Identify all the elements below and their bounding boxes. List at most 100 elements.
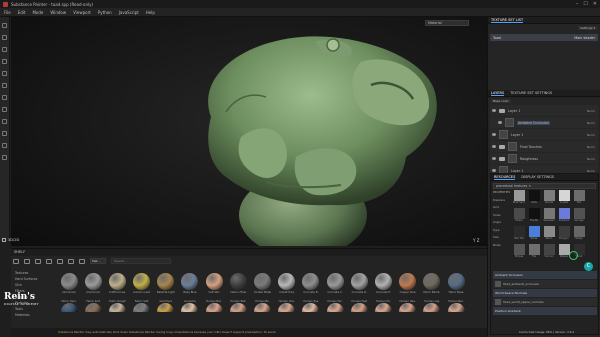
procedural-swatch[interactable]: Fractal: [528, 208, 540, 223]
viewport-material-dropdown[interactable]: Material: [425, 20, 469, 26]
paint-brush-icon[interactable]: [2, 23, 7, 28]
shelf-material[interactable]: Fabric Bamb.: [420, 273, 444, 299]
procedural-swatch[interactable]: Hex Tile: [513, 226, 525, 241]
shelf-material[interactable]: Human Che.: [275, 299, 299, 325]
shelf-material[interactable]: Concrete D.: [347, 273, 371, 299]
shelf-category[interactable]: Textures: [15, 271, 37, 275]
projection-icon[interactable]: [2, 47, 7, 52]
delete-icon[interactable]: [79, 258, 85, 264]
eye-icon[interactable]: [498, 121, 502, 124]
procedural-swatch[interactable]: Tile: [528, 244, 540, 259]
procedural-swatch[interactable]: Clouds: [543, 190, 555, 205]
eye-icon[interactable]: [492, 145, 496, 148]
maximize-button[interactable]: ☐: [583, 1, 587, 7]
display-icon[interactable]: [2, 143, 7, 148]
eye-icon[interactable]: [492, 157, 496, 160]
shelf-material[interactable]: Human Hea.: [396, 299, 420, 325]
shelf-material[interactable]: Human Eye: [299, 299, 323, 325]
procedural-swatch[interactable]: Polygon: [558, 226, 570, 241]
settings-icon[interactable]: [2, 119, 7, 124]
shelf-material[interactable]: Cobalt Pure: [275, 273, 299, 299]
resources-search-input[interactable]: procedural textures ✕: [493, 183, 596, 189]
shelf-material[interactable]: Human Nec.: [444, 299, 468, 325]
tab-resources[interactable]: RESOURCES: [494, 175, 516, 180]
menu-window[interactable]: Window: [50, 10, 66, 15]
shelf-category[interactable]: Hard Surfaces: [15, 277, 37, 281]
camera-icon[interactable]: [2, 107, 7, 112]
procedural-swatch[interactable]: Voronoi: [543, 244, 555, 259]
shelf-material[interactable]: Human Bu.: [251, 299, 275, 325]
close-button[interactable]: ✕: [593, 1, 597, 7]
eraser-icon[interactable]: [2, 35, 7, 40]
add-icon[interactable]: [24, 258, 30, 264]
blend-mode[interactable]: Norm: [587, 133, 595, 137]
3d-viewport[interactable]: Material Y Z: [11, 17, 487, 246]
shelf-material[interactable]: Baby Blue: [178, 273, 202, 299]
shelf-material[interactable]: Human Bell.: [226, 299, 250, 325]
shelf-material[interactable]: Aluminium: [81, 273, 105, 299]
procedural-swatch[interactable]: Crystal: [558, 190, 570, 205]
filter-icon[interactable]: [68, 258, 74, 264]
layer-row[interactable]: Final Touches Norm: [490, 141, 598, 152]
procedural-swatch[interactable]: Fibers: [513, 208, 525, 223]
procedural-swatch[interactable]: Shape: [573, 226, 585, 241]
shelf-material[interactable]: Fabric Knit: [81, 299, 105, 325]
menu-viewport[interactable]: Viewport: [73, 10, 91, 15]
clone-icon[interactable]: [2, 83, 7, 88]
blend-mode[interactable]: Norm: [587, 121, 595, 125]
screenshot-icon[interactable]: [2, 131, 7, 136]
blend-mode[interactable]: Norm: [587, 157, 595, 161]
procedural-swatch[interactable]: Grunge: [573, 208, 585, 223]
menu-edit[interactable]: Edit: [18, 10, 26, 15]
shelf-material[interactable]: Human Fac.: [323, 299, 347, 325]
history-icon[interactable]: [2, 155, 7, 160]
layer-row[interactable]: Layer 1 Norm: [490, 129, 598, 140]
shelf-material[interactable]: Artificial Lea.: [105, 273, 129, 299]
shelf-search-input[interactable]: Search...: [111, 258, 171, 264]
property-row[interactable]: World Space Normals: [493, 289, 597, 297]
shelf-material[interactable]: Bakelite Light: [154, 273, 178, 299]
shelf-material[interactable]: Concrete E.: [371, 273, 395, 299]
blend-mode[interactable]: Norm: [587, 109, 595, 113]
shelf-material[interactable]: Carbon Fiber: [226, 273, 250, 299]
shelf-material[interactable]: Gold Pure: [154, 299, 178, 325]
shelf-filter-chip[interactable]: Mat…: [90, 258, 106, 264]
list-icon[interactable]: [46, 258, 52, 264]
procedural-swatch[interactable]: Cells: [528, 190, 540, 205]
layer-row[interactable]: Roughness Norm: [490, 153, 598, 164]
tab-layers[interactable]: LAYERS: [491, 91, 505, 96]
shelf-material[interactable]: Coated Metal: [251, 273, 275, 299]
property-row[interactable]: Toad_ambient_occlusion: [493, 280, 597, 288]
eye-icon[interactable]: [492, 169, 496, 172]
shelf-material[interactable]: Fabric Base: [444, 273, 468, 299]
menu-python[interactable]: Python: [98, 10, 112, 15]
eye-icon[interactable]: [492, 109, 496, 112]
menu-mode[interactable]: Mode: [32, 10, 43, 15]
shelf-material[interactable]: Human For.: [371, 299, 395, 325]
procedural-swatch[interactable]: Gaussian: [543, 208, 555, 223]
texture-set-row[interactable]: Toad Main shader: [490, 34, 598, 41]
texture-set-shader[interactable]: Main shader: [574, 36, 595, 40]
shelf-material[interactable]: Gouache: [178, 299, 202, 325]
shelf-material[interactable]: Fabric Deni.: [57, 299, 81, 325]
geometry-fill-icon[interactable]: [2, 59, 7, 64]
procedural-swatch[interactable]: Gradient: [558, 208, 570, 223]
shelf-material[interactable]: Fabric Rough: [105, 299, 129, 325]
shelf-material[interactable]: Aluminium: [57, 273, 81, 299]
procedural-swatch[interactable]: Noise: [528, 226, 540, 241]
property-row[interactable]: Position Gradient: [493, 307, 597, 315]
procedural-swatch[interactable]: Dirt: [573, 190, 585, 205]
import-icon[interactable]: [57, 258, 63, 264]
layer-row[interactable]: Ambient Occlusion Norm: [490, 117, 598, 128]
shelf-category[interactable]: Skin: [15, 283, 37, 287]
procedural-swatch[interactable]: BnW Spots: [513, 190, 525, 205]
shelf-material[interactable]: Calf Skin: [202, 273, 226, 299]
menu-help[interactable]: Help: [146, 10, 155, 15]
shelf-material[interactable]: Human Bac.: [202, 299, 226, 325]
shelf-material[interactable]: Autumn Leaf: [130, 273, 154, 299]
procedural-swatch[interactable]: Perlin: [543, 226, 555, 241]
menu-file[interactable]: File: [4, 10, 11, 15]
channel-dropdown[interactable]: Base color: [491, 98, 511, 103]
shelf-material[interactable]: Concrete B.: [299, 273, 323, 299]
tab-display-settings[interactable]: DISPLAY SETTINGS: [521, 175, 554, 179]
